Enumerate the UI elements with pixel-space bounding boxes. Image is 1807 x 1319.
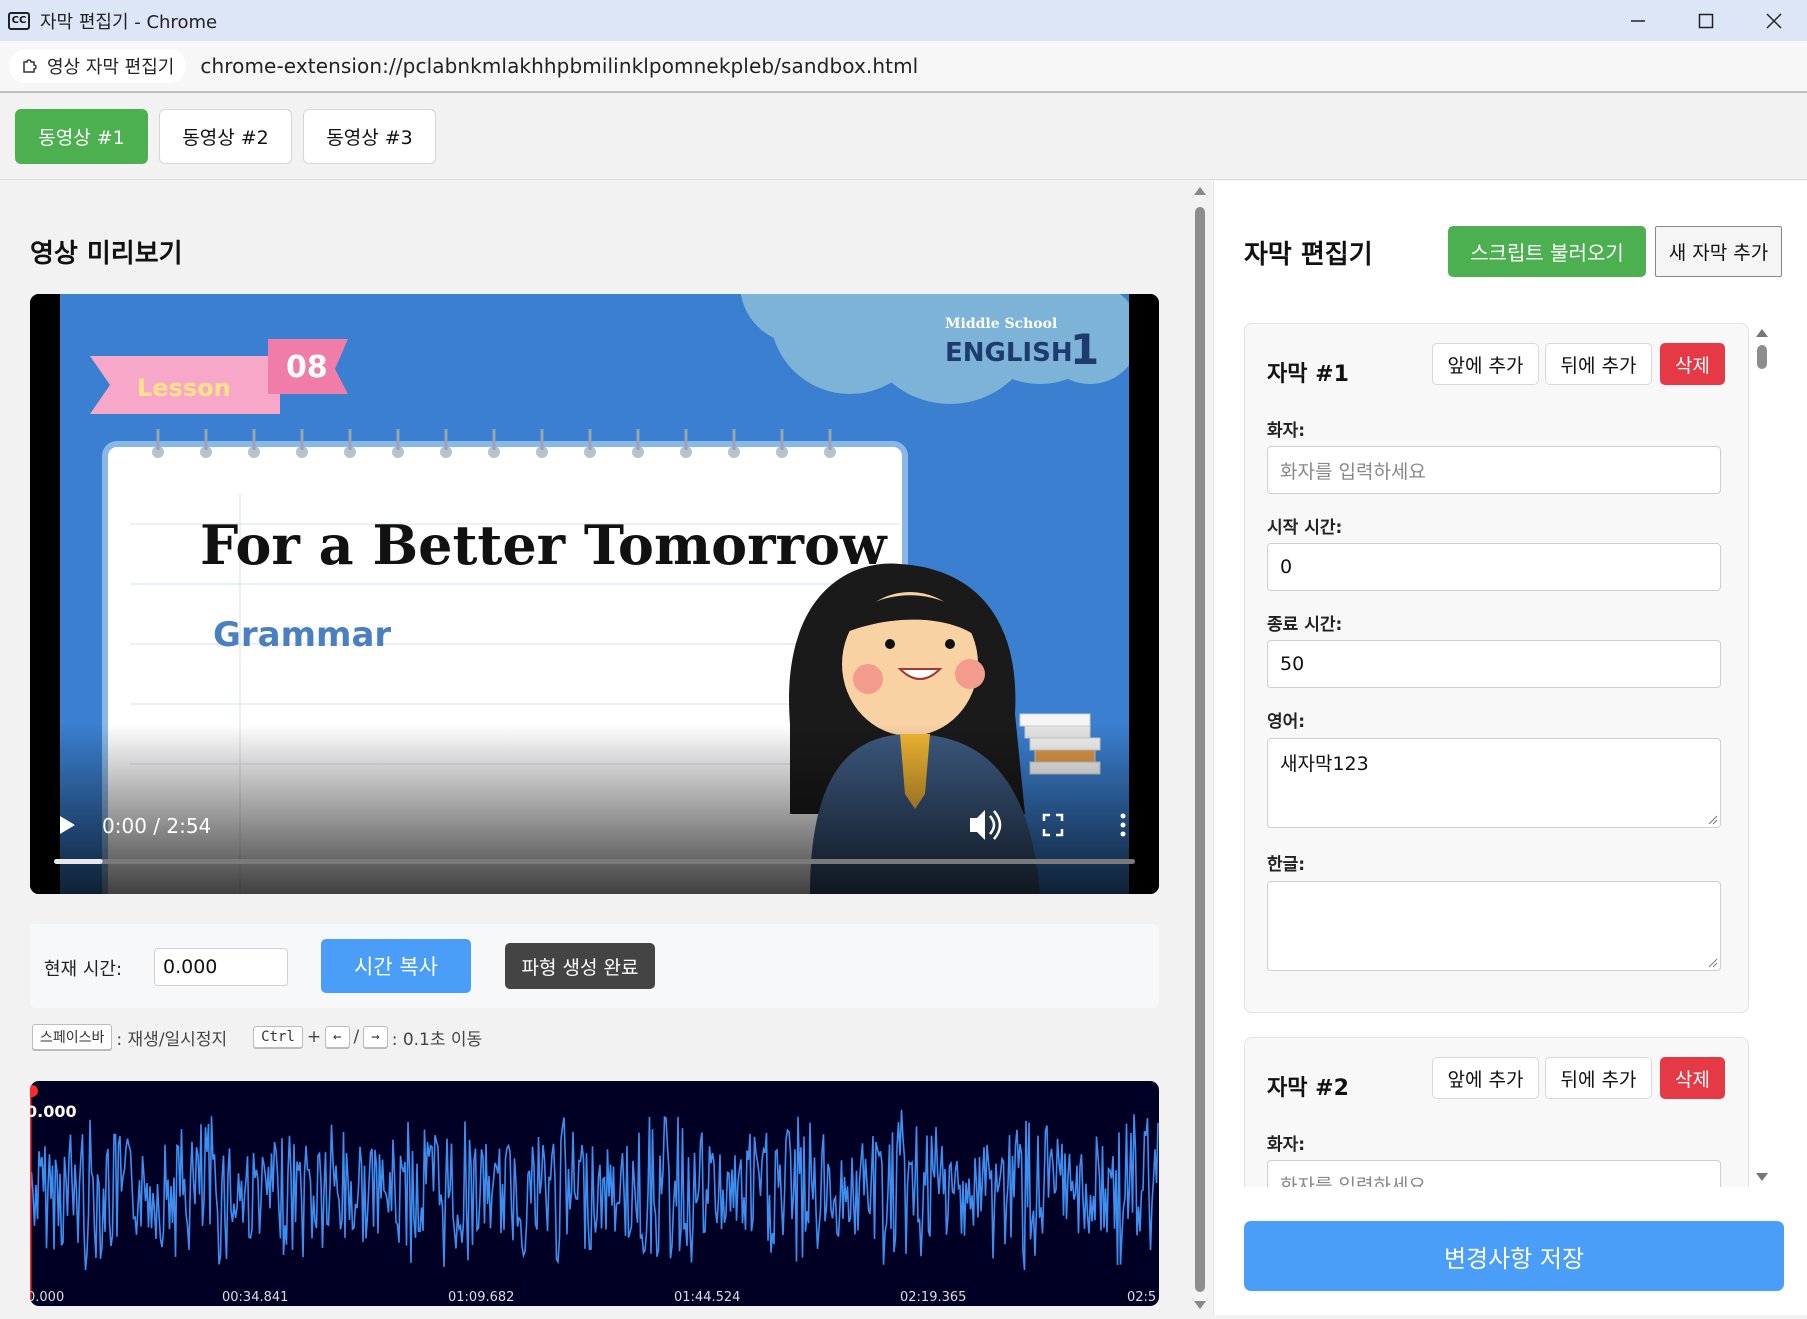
waveform-tick: 02:19.365 [900, 1290, 966, 1305]
plus-sign: + [306, 1027, 322, 1047]
add-before-button[interactable]: 앞에 추가 [1432, 1057, 1539, 1099]
waveform-tick: 00:34.841 [222, 1290, 288, 1305]
tab-video-3[interactable]: 동영상 #3 [303, 109, 436, 164]
waveform-tick: 01:44.524 [674, 1290, 740, 1305]
video-tabs-row: 동영상 #1 동영상 #2 동영상 #3 [0, 95, 1807, 180]
scroll-up-icon[interactable] [1756, 329, 1768, 337]
waveform-done-button[interactable]: 파형 생성 완료 [505, 943, 655, 989]
add-subtitle-button[interactable]: 새 자막 추가 [1655, 226, 1782, 277]
waveform-canvas[interactable]: 0.000 0.000 00:34.841 01:09.682 01:44.52… [30, 1081, 1159, 1306]
waveform-trace [30, 1109, 1159, 1271]
left-arrow-key-hint: ← [325, 1026, 350, 1048]
video-time-display: 0:00 / 2:54 [102, 814, 211, 838]
start-time-input[interactable]: 0 [1267, 543, 1721, 591]
video-progress-fill [54, 859, 103, 864]
window-titlebar: CC 자막 편집기 - Chrome [0, 0, 1807, 41]
subtitle-list: 자막 #1 앞에 추가 뒤에 추가 삭제 화자: 화자를 입력하세요 시작 시간… [1244, 323, 1750, 1187]
more-options-icon[interactable] [1120, 813, 1126, 837]
subtitle-list-scrollbar[interactable] [1752, 323, 1772, 1187]
speaker-input[interactable]: 화자를 입력하세요 [1267, 446, 1721, 494]
tab-video-1[interactable]: 동영상 #1 [15, 109, 148, 164]
slash-sign: / [353, 1027, 360, 1047]
puzzle-icon [21, 57, 39, 75]
preview-scrollbar[interactable] [1190, 181, 1210, 1315]
waveform-tick: 02:5 [1127, 1290, 1156, 1305]
subtitle-editor-panel: 자막 편집기 스크립트 불러오기 새 자막 추가 자막 #1 앞에 추가 뒤에 … [1213, 181, 1807, 1315]
maximize-icon[interactable] [1672, 0, 1740, 41]
preview-heading: 영상 미리보기 [30, 239, 183, 269]
speaker-input[interactable]: 화자를 입력하세요 [1267, 1160, 1721, 1187]
ctrl-key-hint: Ctrl [253, 1026, 303, 1048]
video-progress-track[interactable] [54, 859, 1135, 864]
resize-grip-icon[interactable] [1708, 958, 1718, 968]
load-script-button[interactable]: 스크립트 불러오기 [1448, 226, 1646, 277]
end-time-input[interactable]: 50 [1267, 640, 1721, 688]
add-after-button[interactable]: 뒤에 추가 [1545, 1057, 1652, 1099]
minimize-icon[interactable] [1604, 0, 1672, 41]
end-time-label: 종료 시간: [1267, 615, 1343, 635]
subtitle-title: 자막 #1 [1267, 362, 1349, 387]
speaker-label: 화자: [1267, 1135, 1306, 1155]
window-title: 자막 편집기 - Chrome [40, 11, 218, 33]
cc-app-icon: CC [8, 11, 30, 30]
right-arrow-key-hint: → [363, 1026, 388, 1048]
preview-panel: 영상 미리보기 Lesson 08 Middle School ENGLISH … [0, 181, 1190, 1315]
delete-button[interactable]: 삭제 [1660, 343, 1725, 385]
playhead-handle[interactable] [30, 1085, 38, 1097]
video-frame: Lesson 08 Middle School ENGLISH 1 For a … [30, 294, 1159, 894]
resize-grip-icon[interactable] [1708, 815, 1718, 825]
add-after-button[interactable]: 뒤에 추가 [1545, 343, 1652, 385]
scroll-down-icon[interactable] [1756, 1173, 1768, 1181]
playback-controls: 현재 시간: 0.000 시간 복사 파형 생성 완료 [30, 924, 1159, 1008]
url-text[interactable]: chrome-extension://pclabnkmlakhhpbmilink… [200, 54, 918, 78]
english-label: 영어: [1267, 712, 1306, 732]
arrow-hint-desc: : 0.1초 이동 [391, 1029, 483, 1050]
close-icon[interactable] [1740, 0, 1807, 41]
current-time-label: 현재 시간: [44, 959, 123, 980]
tab-video-2[interactable]: 동영상 #2 [159, 109, 292, 164]
subtitle-card: 자막 #1 앞에 추가 뒤에 추가 삭제 화자: 화자를 입력하세요 시작 시간… [1244, 323, 1749, 1013]
save-changes-button[interactable]: 변경사항 저장 [1244, 1221, 1784, 1291]
current-time-input[interactable]: 0.000 [154, 948, 288, 986]
delete-button[interactable]: 삭제 [1660, 1057, 1725, 1099]
thumbnail-subtitle: Grammar [213, 615, 391, 655]
korean-textarea[interactable] [1267, 881, 1721, 971]
english-textarea[interactable]: 새자막123 [1267, 738, 1721, 828]
series-number: 1 [1070, 325, 1099, 374]
series-small: Middle School [945, 316, 1057, 332]
scroll-up-icon[interactable] [1194, 187, 1206, 195]
scrollbar-thumb[interactable] [1757, 345, 1767, 369]
video-player[interactable]: Lesson 08 Middle School ENGLISH 1 For a … [30, 294, 1159, 894]
english-text: 새자막123 [1280, 753, 1369, 775]
scrollbar-thumb[interactable] [1195, 207, 1205, 1292]
start-time-label: 시작 시간: [1267, 518, 1343, 538]
lesson-label: Lesson [137, 374, 231, 402]
scroll-down-icon[interactable] [1194, 1301, 1206, 1309]
extension-chip[interactable]: 영상 자막 편집기 [9, 49, 187, 83]
korean-label: 한글: [1267, 855, 1306, 875]
add-before-button[interactable]: 앞에 추가 [1432, 343, 1539, 385]
playhead-time: 0.000 [30, 1102, 77, 1121]
series-big: ENGLISH [945, 338, 1073, 368]
keyboard-hints: 스페이스바 : 재생/일시정지 Ctrl + ← / → : 0.1초 이동 [32, 1023, 482, 1051]
copy-time-button[interactable]: 시간 복사 [321, 939, 471, 993]
subtitle-title: 자막 #2 [1267, 1076, 1349, 1101]
lesson-number: 08 [286, 350, 328, 385]
waveform-tick: 0.000 [30, 1290, 64, 1305]
space-key-hint: 스페이스바 [32, 1024, 113, 1050]
address-bar: 영상 자막 편집기 chrome-extension://pclabnkmlak… [0, 41, 1807, 93]
speaker-label: 화자: [1267, 421, 1306, 441]
subtitle-card: 자막 #2 앞에 추가 뒤에 추가 삭제 화자: 화자를 입력하세요 [1244, 1037, 1749, 1187]
space-hint-desc: : 재생/일시정지 [116, 1029, 228, 1050]
editor-heading: 자막 편집기 [1244, 240, 1373, 270]
thumbnail-title: For a Better Tomorrow [200, 513, 888, 577]
waveform-tick: 01:09.682 [448, 1290, 514, 1305]
extension-chip-label: 영상 자막 편집기 [47, 57, 175, 78]
